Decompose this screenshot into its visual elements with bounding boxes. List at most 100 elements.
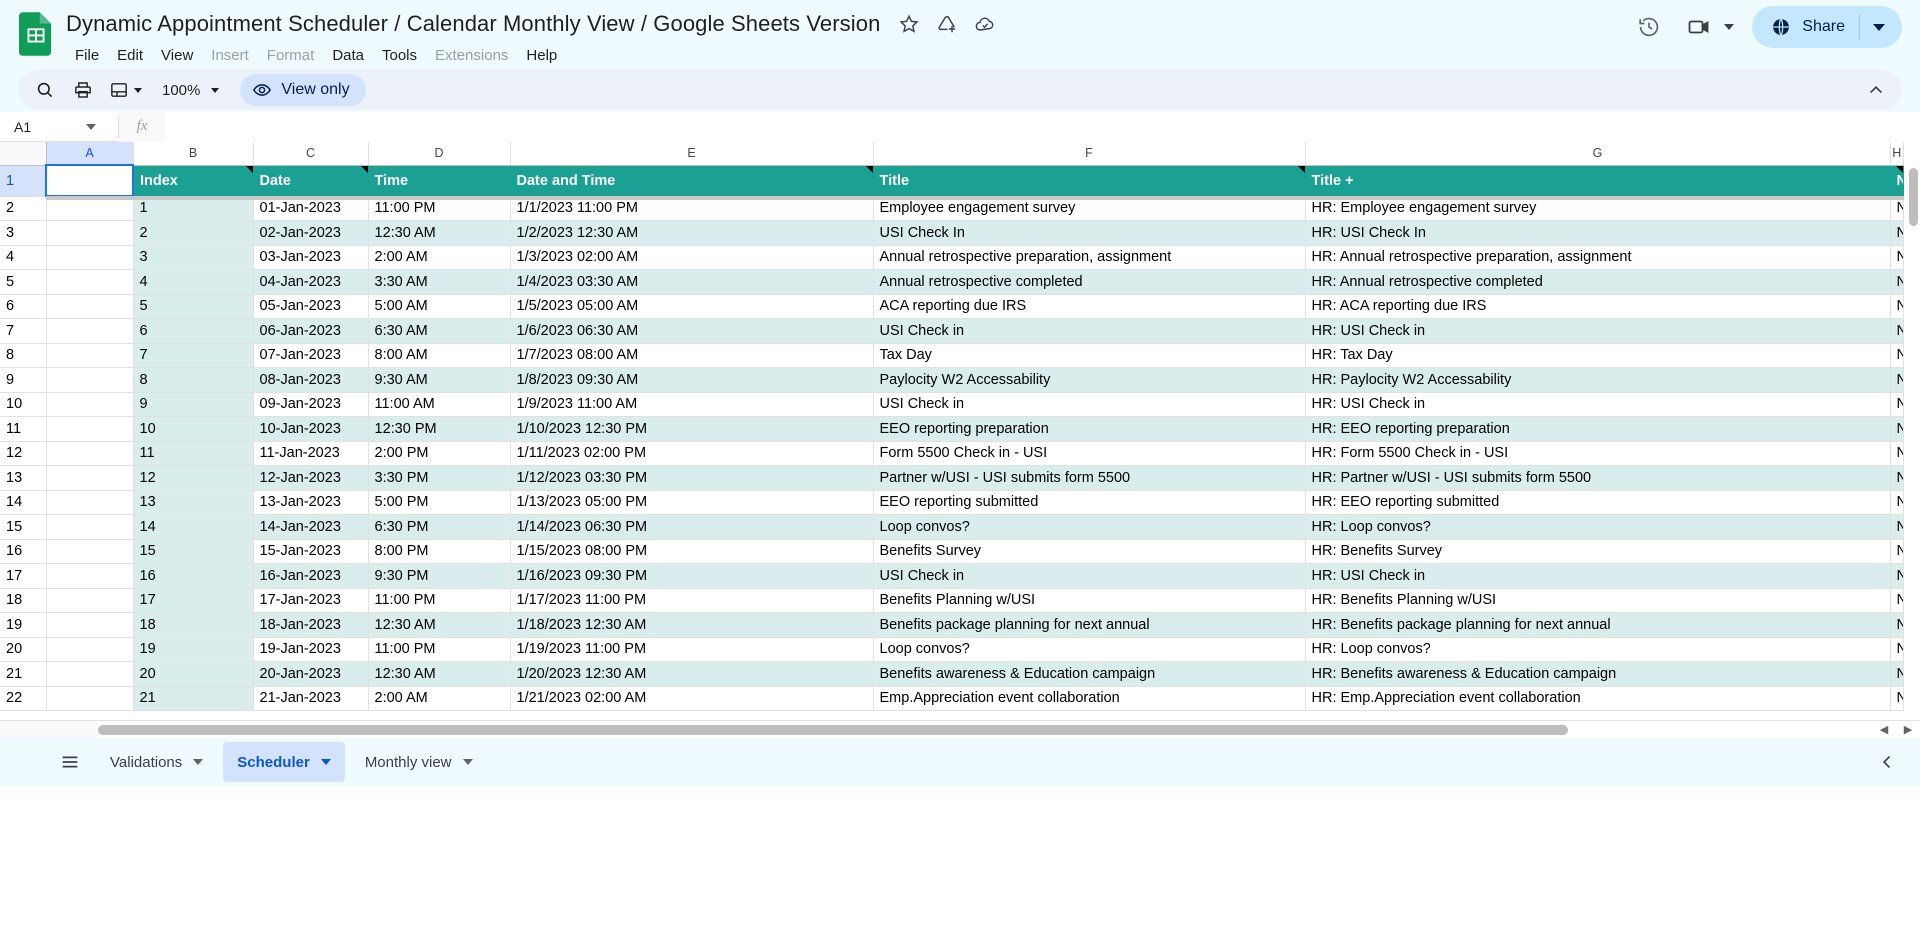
table-cell[interactable]: Benefits package planning for next annua…: [873, 612, 1306, 638]
table-cell[interactable]: HR: Annual retrospective completed: [1305, 269, 1891, 295]
row-header[interactable]: 18: [0, 588, 47, 613]
table-cell[interactable]: 1/21/2023 02:00 AM: [510, 686, 874, 711]
table-cell[interactable]: 11:00 PM: [368, 588, 511, 613]
table-cell[interactable]: 1/14/2023 06:30 PM: [510, 514, 874, 540]
column-header-e[interactable]: E: [510, 142, 874, 166]
horizontal-scrollbar[interactable]: ◀ ▶: [0, 720, 1920, 739]
table-cell[interactable]: 2:00 PM: [368, 441, 511, 466]
table-cell[interactable]: 5:00 PM: [368, 490, 511, 515]
column-header-d[interactable]: D: [368, 142, 511, 166]
cell-a[interactable]: [46, 465, 134, 491]
cell-a[interactable]: [46, 245, 134, 270]
table-cell[interactable]: 13: [133, 490, 254, 515]
cell-a[interactable]: [46, 441, 134, 466]
row-header[interactable]: 12: [0, 441, 47, 466]
table-cell[interactable]: 04-Jan-2023: [253, 269, 369, 295]
table-cell[interactable]: 1/9/2023 11:00 AM: [510, 392, 874, 417]
select-all-corner[interactable]: [0, 142, 47, 166]
table-cell[interactable]: 1: [133, 196, 254, 221]
menu-item-data[interactable]: Data: [323, 45, 373, 66]
table-cell[interactable]: Notes9: [1890, 392, 1904, 417]
table-cell[interactable]: 1/2/2023 12:30 AM: [510, 220, 874, 246]
table-cell[interactable]: 06-Jan-2023: [253, 318, 369, 344]
chevron-up-icon[interactable]: [1860, 74, 1892, 106]
table-cell[interactable]: 02-Jan-2023: [253, 220, 369, 246]
share-dropdown-button[interactable]: [1860, 6, 1898, 48]
zoom-selector[interactable]: 100%: [152, 74, 223, 106]
cell-a[interactable]: [46, 612, 134, 638]
column-title-cell[interactable]: Index: [133, 165, 254, 197]
table-cell[interactable]: 07-Jan-2023: [253, 343, 369, 368]
formula-input[interactable]: [165, 111, 1920, 142]
version-history-icon[interactable]: [1628, 6, 1670, 48]
row-header[interactable]: 19: [0, 612, 47, 638]
table-cell[interactable]: 6: [133, 318, 254, 344]
row-header[interactable]: 6: [0, 294, 47, 319]
column-title-cell[interactable]: Notes: [1890, 165, 1904, 197]
table-cell[interactable]: Notes19: [1890, 637, 1904, 662]
table-cell[interactable]: Notes14: [1890, 514, 1904, 540]
table-cell[interactable]: Notes8: [1890, 367, 1904, 393]
table-cell[interactable]: 1/17/2023 11:00 PM: [510, 588, 874, 613]
active-cell-a1[interactable]: [45, 164, 134, 197]
table-cell[interactable]: USI Check in: [873, 563, 1306, 589]
table-cell[interactable]: HR: USI Check in: [1305, 563, 1891, 589]
column-header-b[interactable]: B: [133, 142, 254, 166]
table-cell[interactable]: 11:00 PM: [368, 637, 511, 662]
table-cell[interactable]: 9: [133, 392, 254, 417]
menu-item-extensions[interactable]: Extensions: [426, 45, 517, 66]
table-cell[interactable]: Emp.Appreciation event collaboration: [873, 686, 1306, 711]
table-cell[interactable]: Notes12: [1890, 465, 1904, 491]
row-header[interactable]: 4: [0, 245, 47, 270]
cell-a[interactable]: [46, 514, 134, 540]
table-cell[interactable]: 2: [133, 220, 254, 246]
table-cell[interactable]: HR: Employee engagement survey: [1305, 196, 1891, 221]
table-cell[interactable]: 1/1/2023 11:00 PM: [510, 196, 874, 221]
cell-a[interactable]: [46, 294, 134, 319]
table-cell[interactable]: 1/12/2023 03:30 PM: [510, 465, 874, 491]
table-cell[interactable]: HR: Benefits Survey: [1305, 539, 1891, 564]
table-cell[interactable]: Benefits Planning w/USI: [873, 588, 1306, 613]
table-cell[interactable]: Employee engagement survey: [873, 196, 1306, 221]
cell-a[interactable]: [46, 637, 134, 662]
column-header-g[interactable]: G: [1305, 142, 1891, 166]
table-cell[interactable]: Annual retrospective completed: [873, 269, 1306, 295]
row-header[interactable]: 21: [0, 661, 47, 687]
row-header[interactable]: 9: [0, 367, 47, 393]
chevron-down-icon[interactable]: [193, 759, 204, 765]
table-cell[interactable]: HR: Loop convos?: [1305, 637, 1891, 662]
row-header[interactable]: 7: [0, 318, 47, 344]
table-cell[interactable]: Notes11: [1890, 441, 1904, 466]
row-header[interactable]: 5: [0, 269, 47, 295]
table-cell[interactable]: 1/20/2023 12:30 AM: [510, 661, 874, 687]
table-cell[interactable]: 5: [133, 294, 254, 319]
table-cell[interactable]: HR: Annual retrospective preparation, as…: [1305, 245, 1891, 270]
table-cell[interactable]: Paylocity W2 Accessability: [873, 367, 1306, 393]
row-header[interactable]: 14: [0, 490, 47, 515]
column-header-c[interactable]: C: [253, 142, 369, 166]
table-cell[interactable]: HR: Tax Day: [1305, 343, 1891, 368]
table-cell[interactable]: EEO reporting preparation: [873, 416, 1306, 442]
table-cell[interactable]: 20-Jan-2023: [253, 661, 369, 687]
table-cell[interactable]: 1/11/2023 02:00 PM: [510, 441, 874, 466]
table-cell[interactable]: Loop convos?: [873, 637, 1306, 662]
table-cell[interactable]: USI Check in: [873, 318, 1306, 344]
table-cell[interactable]: Notes5: [1890, 294, 1904, 319]
table-cell[interactable]: 11: [133, 441, 254, 466]
row-header[interactable]: 13: [0, 465, 47, 491]
table-cell[interactable]: 19: [133, 637, 254, 662]
table-cell[interactable]: HR: Paylocity W2 Accessability: [1305, 367, 1891, 393]
vertical-scrollbar[interactable]: [1906, 166, 1920, 720]
table-cell[interactable]: 1/4/2023 03:30 AM: [510, 269, 874, 295]
cell-a[interactable]: [46, 661, 134, 687]
table-cell[interactable]: 11:00 AM: [368, 392, 511, 417]
scroll-right-arrow[interactable]: ▶: [1904, 723, 1912, 736]
move-to-drive-icon[interactable]: [936, 13, 958, 35]
table-cell[interactable]: 15-Jan-2023: [253, 539, 369, 564]
menu-item-format[interactable]: Format: [258, 45, 324, 66]
menu-item-tools[interactable]: Tools: [373, 45, 426, 66]
meet-camera-icon[interactable]: [1678, 6, 1720, 48]
table-cell[interactable]: Tax Day: [873, 343, 1306, 368]
table-cell[interactable]: 1/5/2023 05:00 AM: [510, 294, 874, 319]
table-cell[interactable]: 10: [133, 416, 254, 442]
